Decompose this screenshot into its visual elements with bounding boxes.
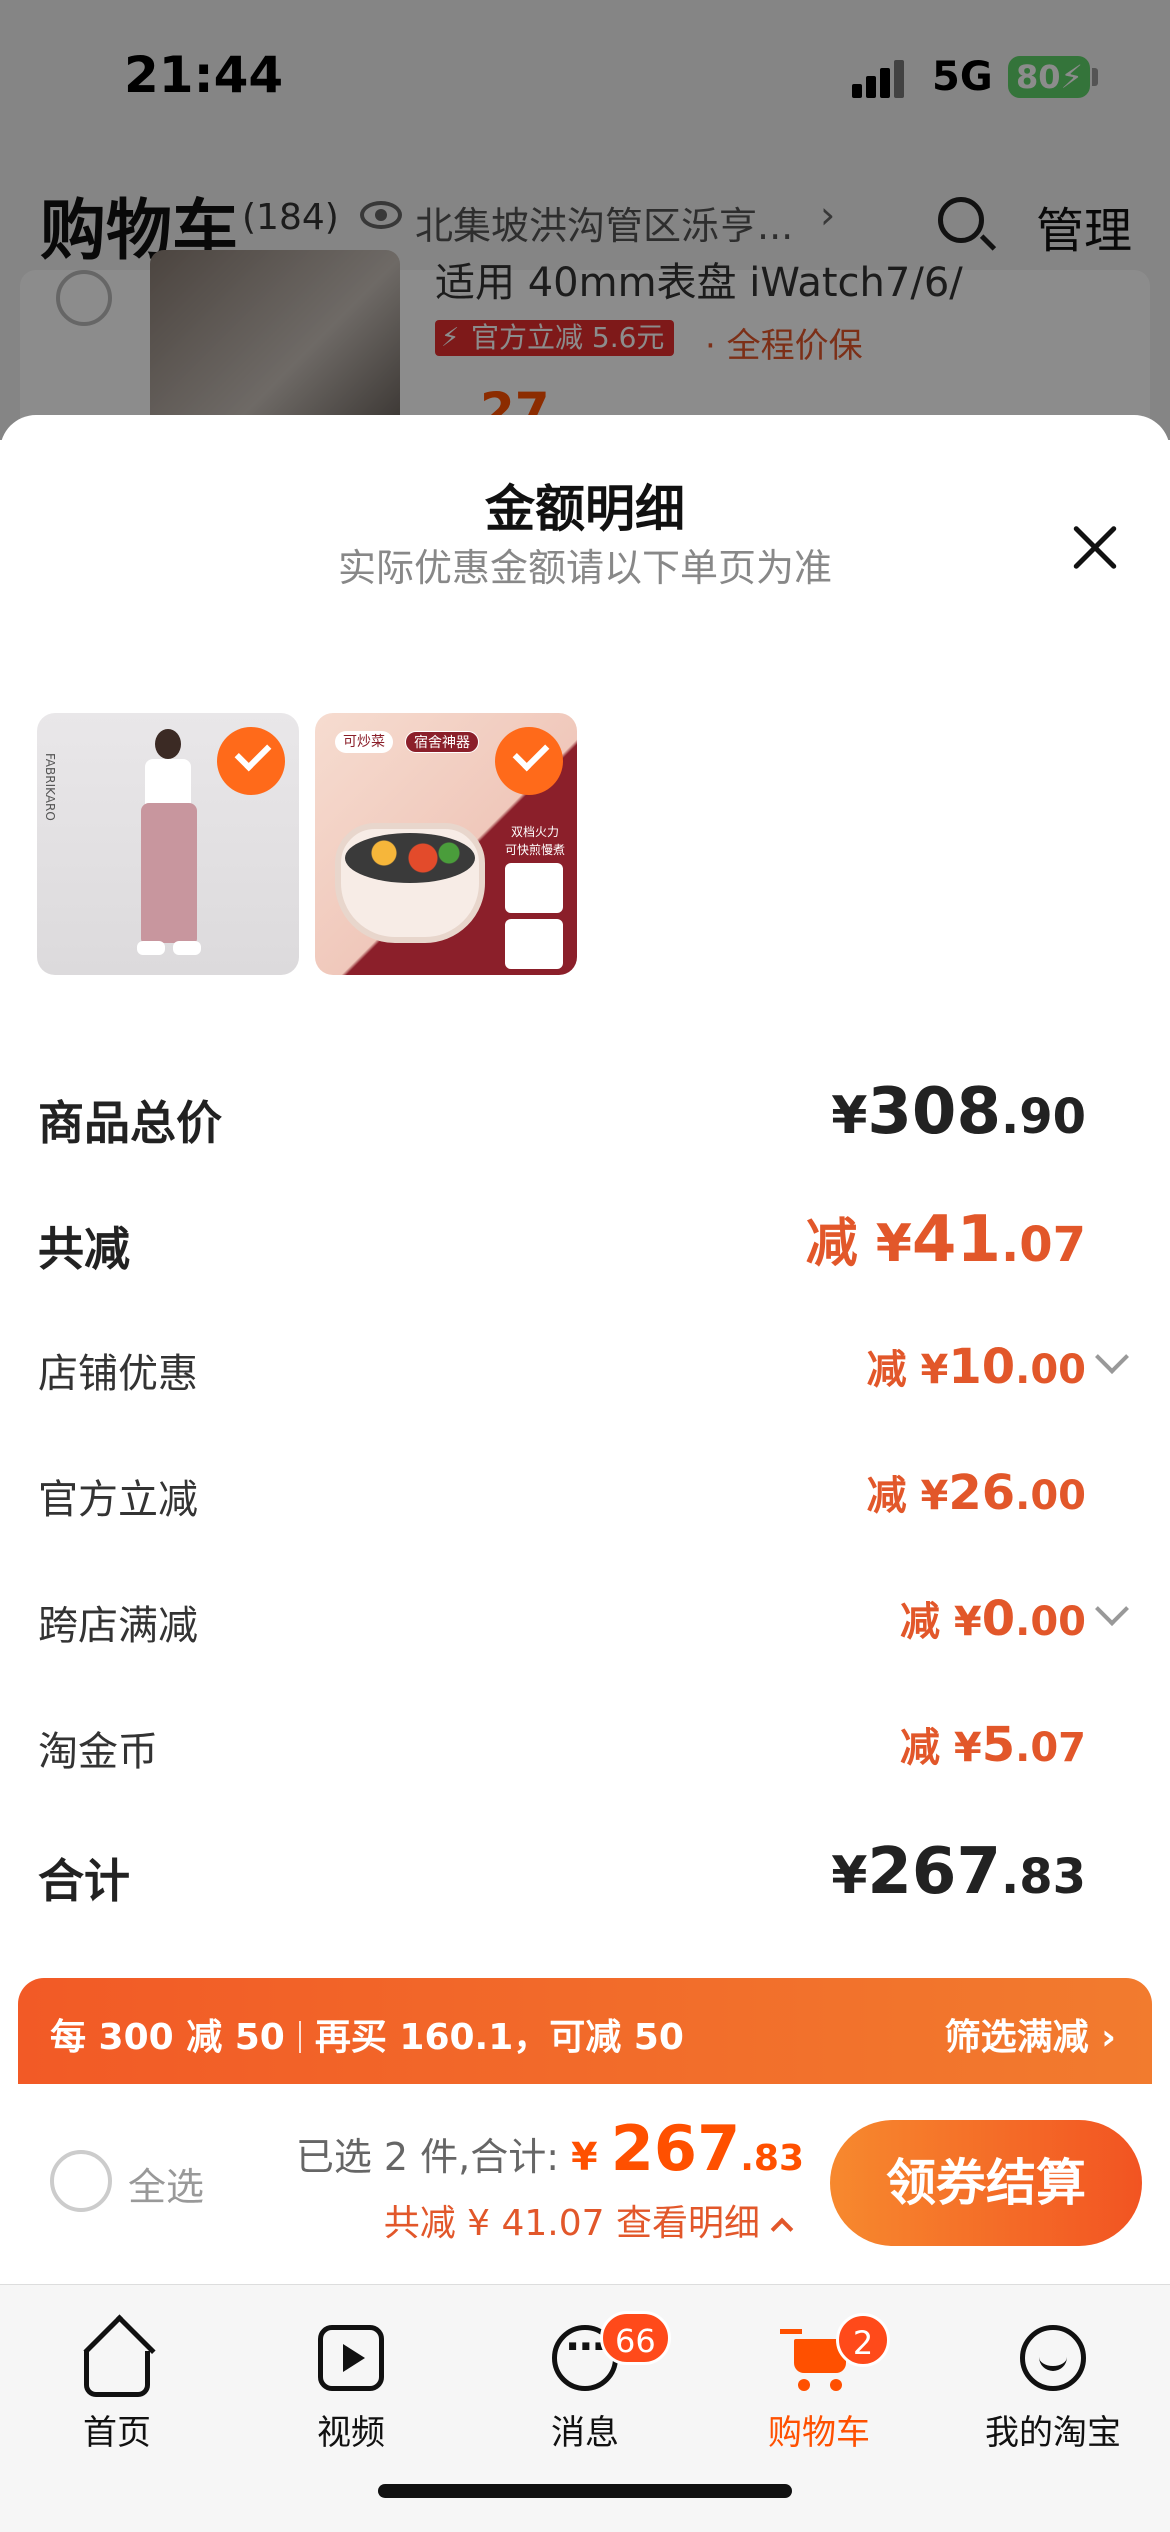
background-cart-page: 21:44 5G 80⚡ 购物车 (184) 北集坡洪沟管区泺亨... › 管理… (0, 0, 1170, 440)
row-label: 店铺优惠 (38, 1351, 198, 1397)
coins-value: 减 ¥5.07 (899, 1717, 1086, 1773)
row-label: 跨店满减 (38, 1603, 198, 1649)
close-icon[interactable] (1060, 513, 1130, 583)
product-thumbnail-overalls[interactable]: FABRIKARO (37, 713, 299, 975)
selected-total: 已选 2 件,合计: ¥ 267.83 (295, 2112, 804, 2185)
chevron-down-icon[interactable] (1095, 1340, 1129, 1374)
message-badge: 66 (600, 2311, 671, 2365)
select-all-checkbox[interactable] (50, 2150, 112, 2212)
row-label: 合计 (38, 1854, 130, 1908)
sheet-title: 金额明细 (485, 480, 685, 538)
thumbnail-side-text: 双档火力 可快煎慢煮 (505, 825, 566, 857)
check-icon (217, 727, 285, 795)
promo-bar[interactable]: 每 300 减 50 再买 160.1，可减 50 筛选满减 › (18, 1978, 1152, 2084)
row-label: 官方立减 (38, 1477, 198, 1523)
row-label: 淘金币 (38, 1729, 158, 1775)
profile-icon (1020, 2325, 1086, 2391)
product-thumbnail-pot[interactable]: 可炒菜 宿舍神器 双档火力 可快煎慢煮 (315, 713, 577, 975)
thumbnail-chip: 可炒菜 (335, 731, 393, 753)
row-label: 共减 (38, 1222, 130, 1276)
sheet-subtitle: 实际优惠金额请以下单页为准 (337, 546, 832, 590)
dim-overlay[interactable] (0, 0, 1170, 440)
promo-text: 每 300 减 50 再买 160.1，可减 50 (50, 2017, 684, 2058)
tab-cart[interactable]: 2 购物车 (702, 2305, 936, 2475)
home-icon (84, 2351, 150, 2397)
tab-label: 视频 (317, 2413, 385, 2453)
view-detail-link[interactable]: 共减 ¥ 41.07 查看明细 (384, 2194, 794, 2246)
tab-label: 购物车 (768, 2413, 870, 2453)
brand-watermark: FABRIKARO (43, 753, 57, 821)
video-icon (318, 2325, 384, 2391)
row-label: 商品总价 (38, 1096, 222, 1150)
chevron-down-icon[interactable] (1095, 1592, 1129, 1626)
select-all-label[interactable]: 全选 (128, 2156, 204, 2211)
tab-home[interactable]: 首页 (0, 2305, 234, 2475)
cross-store-value: 减 ¥0.00 (899, 1591, 1086, 1647)
tab-my-taobao[interactable]: 我的淘宝 (936, 2305, 1170, 2475)
checkout-bar: 全选 已选 2 件,合计: ¥ 267.83 共减 ¥ 41.07 查看明细 领… (0, 2084, 1170, 2284)
thumbnail-chip: 宿舍神器 (405, 731, 479, 753)
filter-promo-link[interactable]: 筛选满减 › (945, 2008, 1116, 2060)
home-indicator[interactable] (378, 2484, 792, 2498)
cart-badge: 2 (836, 2313, 890, 2367)
official-discount-value: 减 ¥26.00 (866, 1465, 1086, 1521)
tab-label: 消息 (551, 2413, 619, 2453)
check-icon (495, 727, 563, 795)
checkout-button[interactable]: 领券结算 (830, 2120, 1142, 2246)
total-price-value: ¥308.90 (831, 1075, 1086, 1149)
tab-video[interactable]: 视频 (234, 2305, 468, 2475)
subtotal-value: ¥267.83 (831, 1835, 1086, 1909)
total-discount-value: 减 ¥41.07 (805, 1203, 1086, 1277)
tab-label: 首页 (83, 2413, 151, 2453)
tab-messages[interactable]: 66 消息 (468, 2305, 702, 2475)
store-discount-value: 减 ¥10.00 (866, 1339, 1086, 1395)
chevron-up-icon (770, 2217, 794, 2241)
tab-label: 我的淘宝 (985, 2413, 1121, 2453)
